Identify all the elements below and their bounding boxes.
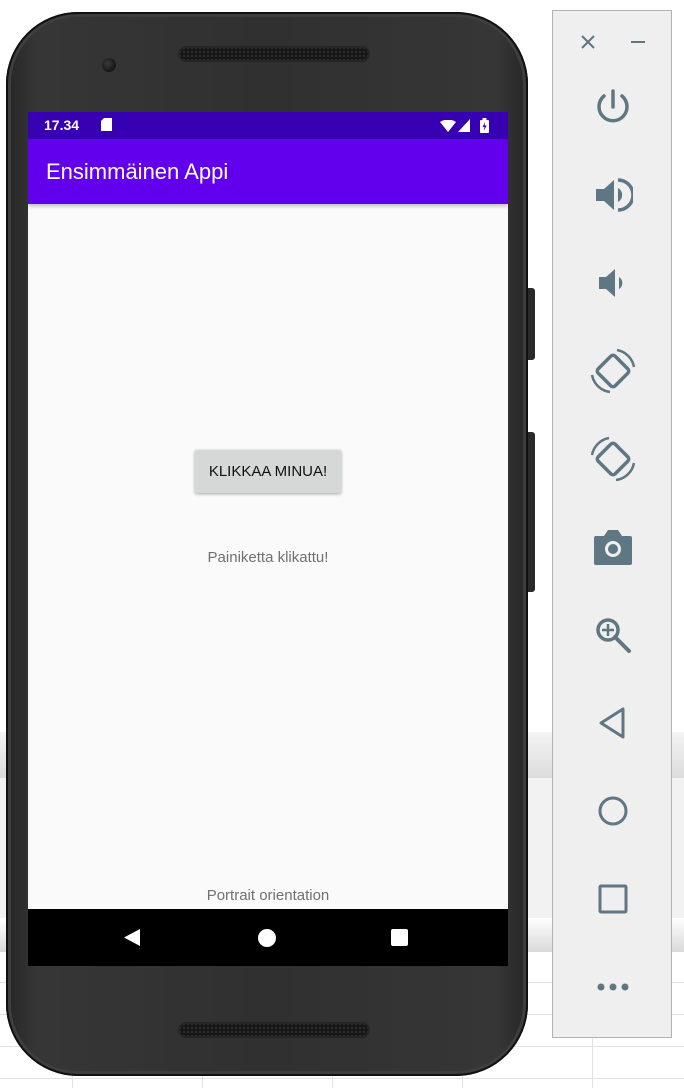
wifi-icon [440,120,456,132]
phone-power-key [528,432,535,592]
orientation-text: Portrait orientation [206,887,330,904]
back-icon[interactable] [587,697,639,749]
volume-up-icon[interactable] [587,169,639,221]
front-camera [102,58,116,72]
rotate-right-icon[interactable] [587,433,639,485]
status-bar: 17.34 [28,112,508,139]
clicked-status-text: Painiketta klikattu! [207,549,329,566]
power-icon[interactable] [587,81,639,133]
rotate-left-icon[interactable] [587,345,639,397]
battery-charging-icon [480,118,489,133]
app-bar: Ensimmäinen Appi [28,139,508,204]
overview-icon[interactable] [587,873,639,925]
top-speaker [178,46,370,62]
click-me-button[interactable]: KLIKKAA MINUA! [195,450,341,493]
more-icon[interactable] [587,961,639,1013]
home-icon[interactable] [587,785,639,837]
camera-icon[interactable] [587,521,639,573]
navigation-bar [28,909,508,966]
status-time: 17.34 [44,117,80,133]
emulator-toolbar [552,10,672,1038]
close-icon[interactable] [577,31,599,53]
signal-icon [458,119,470,132]
nav-recents-icon[interactable] [391,929,408,946]
phone-screen: 17.34 Ensimmäinen Appi KLIKKAA MINUA! Pa… [28,112,508,966]
zoom-icon[interactable] [587,609,639,661]
app-title: Ensimmäinen Appi [46,159,229,184]
nav-back-icon[interactable] [124,929,140,946]
minimize-icon[interactable] [627,31,649,53]
nav-home-icon[interactable] [258,929,276,947]
volume-down-icon[interactable] [587,257,639,309]
bottom-speaker [178,1022,370,1038]
sd-card-icon [101,118,112,131]
phone-volume-key [528,288,535,360]
